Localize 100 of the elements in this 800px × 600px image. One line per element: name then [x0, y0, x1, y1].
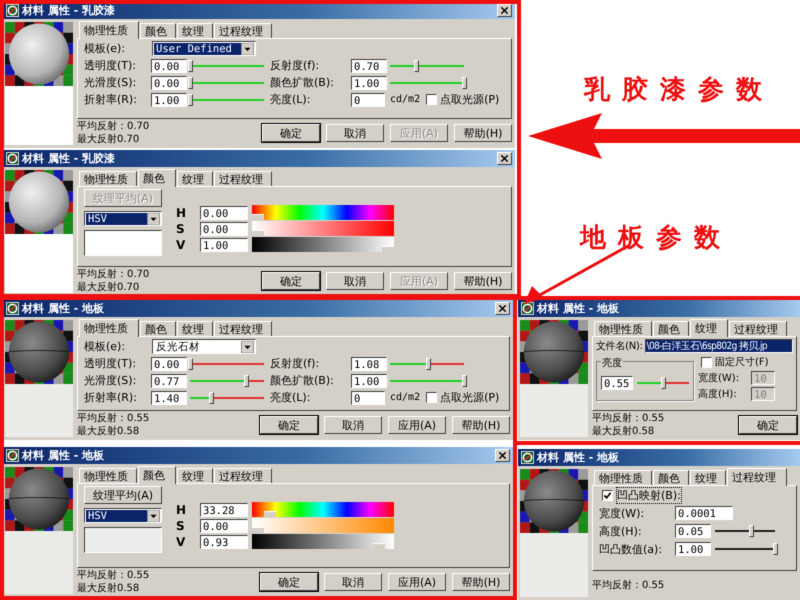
slider-thumb[interactable]	[188, 76, 193, 88]
tab[interactable]: 过程纹理	[214, 23, 272, 38]
input-field[interactable]: 1.00	[200, 238, 248, 252]
input-field[interactable]: 0.00	[151, 76, 187, 90]
tab[interactable]: 纹理	[690, 319, 728, 337]
tab[interactable]: 物理性质	[79, 468, 137, 483]
dialog-button[interactable]: 帮助(H)	[454, 124, 512, 142]
dialog-button[interactable]: 帮助(H)	[454, 272, 512, 290]
close-button[interactable]	[497, 152, 512, 165]
input-field[interactable]: 0	[351, 92, 385, 106]
tab[interactable]: 物理性质	[594, 470, 652, 485]
input-field[interactable]: 0.00	[151, 58, 187, 72]
slider-thumb[interactable]	[462, 76, 467, 88]
slider-thumb[interactable]	[188, 358, 193, 370]
slider-thumb[interactable]	[264, 511, 276, 517]
slider-thumb[interactable]	[462, 374, 467, 386]
tab[interactable]: 物理性质	[594, 321, 652, 336]
close-button[interactable]	[495, 302, 510, 315]
input-field[interactable]: 0.00	[200, 518, 248, 532]
close-button[interactable]	[495, 449, 510, 462]
tab[interactable]: 物理性质	[79, 21, 139, 39]
tab[interactable]: 物理性质	[79, 171, 137, 186]
input-field[interactable]: 1.00	[675, 542, 711, 556]
gradient-slider[interactable]	[252, 518, 394, 533]
input-field[interactable]: 0.00	[151, 356, 187, 370]
slider-thumb[interactable]	[208, 392, 214, 404]
input-field[interactable]: 1.00	[151, 92, 187, 106]
gradient-slider[interactable]	[252, 502, 394, 517]
dialog-button[interactable]: 取消	[324, 573, 382, 591]
dialog-button[interactable]: 取消	[324, 416, 382, 434]
tab[interactable]: 过程纹理	[729, 321, 787, 336]
tab[interactable]: 过程纹理	[727, 468, 787, 486]
slider-thumb[interactable]	[414, 60, 419, 72]
dialog-button[interactable]: 帮助(H)	[452, 416, 510, 434]
tab[interactable]: 过程纹理	[214, 468, 272, 483]
tab[interactable]: 纹理	[177, 321, 213, 336]
tab[interactable]: 颜色	[140, 321, 176, 336]
gradient-slider[interactable]	[252, 237, 394, 252]
checkbox[interactable]	[602, 490, 613, 501]
tab[interactable]: 过程纹理	[214, 321, 272, 336]
tab[interactable]: 颜色	[140, 23, 176, 38]
slider-thumb[interactable]	[252, 230, 264, 236]
checkbox[interactable]	[426, 94, 438, 105]
checkbox[interactable]	[701, 356, 712, 368]
input-field[interactable]: 1.08	[351, 356, 387, 370]
slider-thumb[interactable]	[372, 543, 385, 549]
input-field[interactable]: 1.40	[151, 390, 187, 404]
slider-thumb[interactable]	[426, 358, 432, 370]
input-field[interactable]: 0.00	[200, 206, 248, 220]
dropdown[interactable]: HSV	[84, 211, 162, 226]
input-field[interactable]: 0.70	[351, 58, 387, 72]
input-field[interactable]: 1.00	[351, 76, 387, 90]
dialog-button[interactable]: 确定	[260, 416, 318, 434]
input-field[interactable]: 0.93	[200, 534, 248, 548]
input-field[interactable]: 0.05	[675, 524, 711, 538]
slider-thumb[interactable]	[661, 377, 666, 389]
input-field[interactable]: 1.00	[351, 374, 387, 388]
slider-thumb[interactable]	[749, 525, 754, 537]
input-field[interactable]: 33.28	[200, 502, 248, 516]
tab[interactable]: 颜色	[653, 470, 689, 485]
dialog-button[interactable]: 确定	[262, 124, 320, 142]
gradient-slider[interactable]	[252, 534, 394, 549]
tab[interactable]: 物理性质	[79, 319, 139, 337]
tab[interactable]: 颜色	[653, 321, 689, 336]
tab[interactable]: 纹理	[177, 23, 213, 38]
dialog-button[interactable]: 应用(A)	[388, 573, 446, 591]
stat-text: 平均反射：0.70	[77, 120, 150, 133]
tab[interactable]: 颜色	[138, 169, 176, 187]
input-field[interactable]: 0	[351, 390, 385, 404]
tab[interactable]: 纹理	[177, 468, 213, 483]
input-field[interactable]: 0.77	[151, 374, 187, 388]
slider-thumb[interactable]	[188, 60, 193, 72]
tab[interactable]: 过程纹理	[214, 171, 272, 186]
slider-thumb[interactable]	[252, 527, 264, 533]
dropdown[interactable]: 反光石材	[152, 339, 256, 354]
input-field[interactable]: 0.00	[200, 222, 248, 236]
tab[interactable]: 纹理	[177, 171, 213, 186]
dialog-button[interactable]: 应用(A)	[388, 416, 446, 434]
dialog-button[interactable]: 取消	[326, 272, 384, 290]
input-field[interactable]: 0.0001	[675, 506, 733, 520]
checkbox[interactable]	[426, 392, 438, 403]
dialog-button[interactable]: 帮助(H)	[452, 573, 510, 591]
dialog-button[interactable]: 确定	[260, 573, 318, 591]
dialog-button[interactable]: 确定	[262, 272, 320, 290]
dialog-button[interactable]: 确定	[739, 416, 797, 434]
input-field[interactable]: \08-白洋玉石\6sp802g 拷贝.jp	[644, 339, 793, 353]
close-button[interactable]	[497, 4, 512, 17]
gradient-slider[interactable]	[252, 205, 394, 220]
tab[interactable]: 颜色	[138, 466, 176, 484]
dropdown[interactable]: HSV	[84, 508, 162, 523]
input-field[interactable]: 0.55	[601, 376, 633, 390]
tab[interactable]: 纹理	[690, 470, 726, 485]
slider-thumb[interactable]	[773, 543, 778, 555]
slider-thumb[interactable]	[252, 214, 264, 220]
dialog-button[interactable]: 取消	[326, 124, 384, 142]
slider-thumb[interactable]	[188, 94, 193, 106]
dropdown[interactable]: User Defined	[152, 41, 256, 56]
slider-thumb[interactable]	[244, 374, 248, 386]
texture-average-button[interactable]: 纹理平均(A)	[84, 486, 162, 504]
gradient-slider[interactable]	[252, 221, 394, 236]
